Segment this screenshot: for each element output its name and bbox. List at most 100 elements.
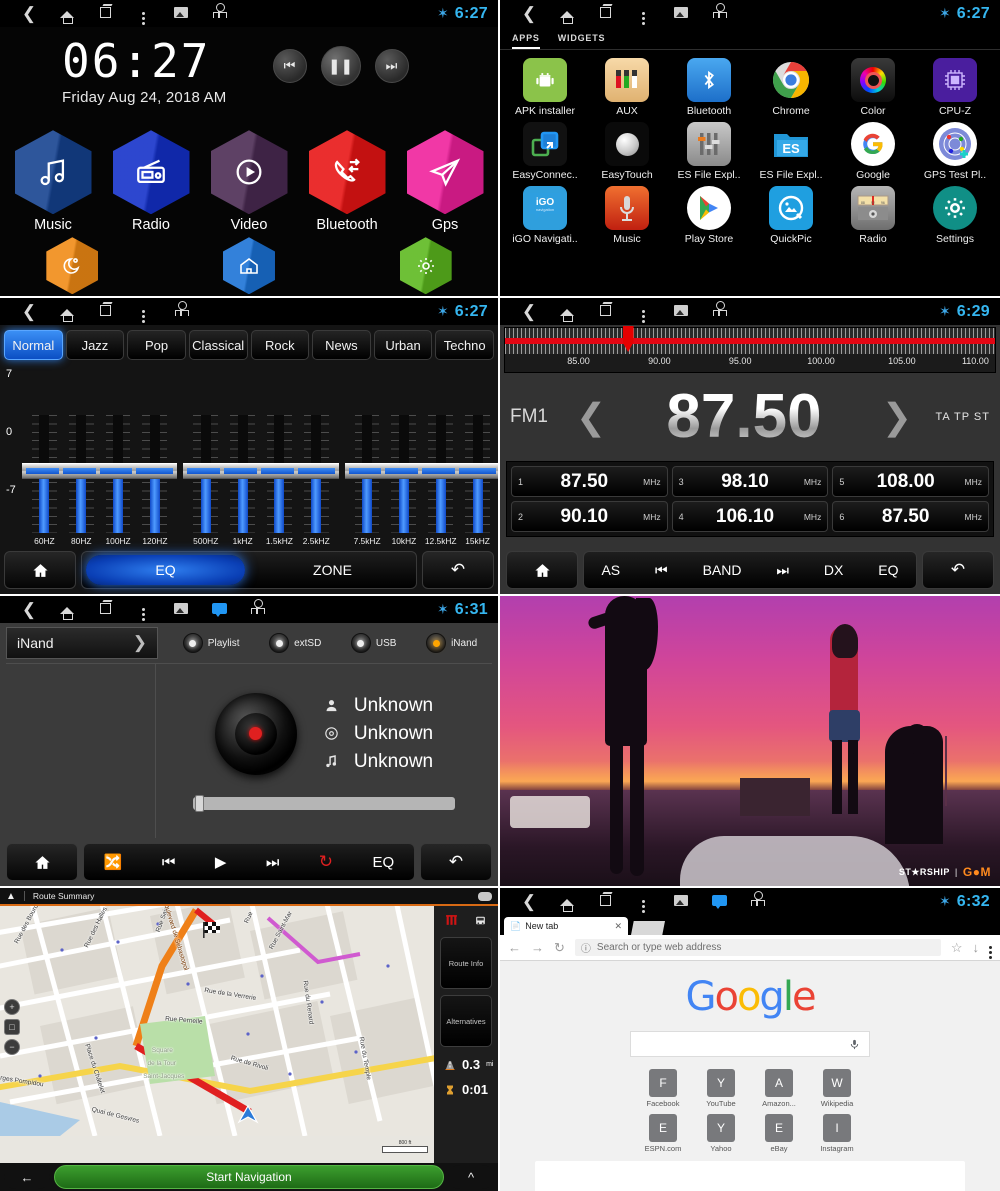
app-gps-test-plus[interactable]: GPS Test Pl.. bbox=[914, 122, 996, 181]
repeat-icon[interactable]: ↻ bbox=[319, 852, 333, 872]
prev-button[interactable]: ⏮ bbox=[272, 49, 307, 83]
recents-icon[interactable] bbox=[86, 304, 124, 319]
tab-widgets[interactable]: WIDGETS bbox=[558, 33, 606, 49]
home-tile-settings[interactable] bbox=[399, 237, 452, 295]
nav-forward-icon[interactable]: → bbox=[531, 940, 544, 955]
overflow-icon[interactable] bbox=[624, 891, 662, 913]
usb-icon[interactable] bbox=[162, 301, 200, 319]
zone-segment[interactable]: ZONE bbox=[253, 555, 412, 585]
eq-band[interactable]: 60HZ bbox=[22, 415, 67, 546]
home-icon[interactable] bbox=[48, 304, 86, 322]
eq-preset-pop[interactable]: Pop bbox=[127, 330, 186, 360]
eq-band[interactable]: 10kHZ bbox=[381, 415, 427, 546]
eq-preset-rock[interactable]: Rock bbox=[250, 330, 310, 360]
playlist-pane[interactable] bbox=[6, 664, 156, 838]
play-icon[interactable]: ▶ bbox=[215, 853, 227, 871]
shortcut-yahoo[interactable]: Y Yahoo bbox=[692, 1114, 750, 1153]
eq-band[interactable]: 2.5kHZ bbox=[293, 415, 339, 546]
overflow-icon[interactable] bbox=[124, 3, 162, 25]
overflow-icon[interactable] bbox=[124, 599, 162, 621]
usb-icon[interactable] bbox=[200, 3, 238, 21]
dx-button[interactable]: DX bbox=[824, 562, 843, 578]
app-easytouch[interactable]: EasyTouch bbox=[586, 122, 668, 181]
home-tile-bluetooth[interactable]: Bluetooth bbox=[308, 130, 386, 233]
back-icon[interactable]: ❮ bbox=[10, 601, 48, 618]
home-icon[interactable] bbox=[48, 602, 86, 620]
eq-band[interactable]: 500HZ bbox=[183, 415, 229, 546]
recenter-icon[interactable]: □ bbox=[4, 1018, 20, 1035]
seek-bar[interactable] bbox=[193, 794, 455, 812]
pause-button[interactable]: ❚❚ bbox=[320, 46, 361, 86]
app-es-file-explorer[interactable]: ES ES File Expl.. bbox=[750, 122, 832, 181]
app-color[interactable]: Color bbox=[832, 58, 914, 117]
source-option-inand[interactable]: iNand bbox=[426, 633, 477, 653]
eq-preset-classical[interactable]: Classical bbox=[188, 330, 248, 360]
shortcut-ebay[interactable]: E eBay bbox=[750, 1114, 808, 1153]
back-button[interactable]: ↶ bbox=[422, 551, 494, 589]
source-selector[interactable]: iNand ❯ bbox=[6, 627, 158, 659]
google-search-box[interactable] bbox=[630, 1031, 870, 1057]
preset-button[interactable]: 2 90.10 MHz bbox=[511, 501, 668, 532]
new-tab-button[interactable] bbox=[631, 921, 665, 935]
back-icon[interactable]: ❮ bbox=[510, 5, 548, 22]
gallery-icon[interactable] bbox=[162, 602, 200, 617]
home-tile-home[interactable] bbox=[222, 237, 275, 295]
video-frame[interactable]: ST★RSHIP | G●M bbox=[500, 596, 1000, 886]
app-music[interactable]: Music bbox=[586, 186, 668, 245]
app-radio[interactable]: 88 92 96 Radio bbox=[832, 186, 914, 245]
bookmark-star-icon[interactable]: ☆ bbox=[951, 940, 963, 956]
source-option-extsd[interactable]: extSD bbox=[269, 633, 321, 653]
usb-icon[interactable] bbox=[700, 301, 738, 319]
usb-icon[interactable] bbox=[738, 891, 776, 909]
eq-band[interactable]: 1.5kHZ bbox=[256, 415, 302, 546]
preset-button[interactable]: 4 106.10 MHz bbox=[671, 501, 829, 532]
preset-button[interactable]: 5 108.00 MHz bbox=[832, 466, 989, 497]
zoom-out-icon[interactable]: − bbox=[4, 1038, 20, 1055]
app-aux[interactable]: AUX bbox=[586, 58, 668, 117]
next-icon[interactable]: ⏭ bbox=[266, 854, 280, 871]
message-icon[interactable] bbox=[700, 894, 738, 909]
start-navigation-button[interactable]: Start Navigation bbox=[54, 1165, 444, 1189]
eq-band[interactable]: 15kHZ bbox=[455, 415, 498, 546]
prev-icon[interactable]: ⏮ bbox=[162, 854, 176, 871]
eq-band[interactable]: 100HZ bbox=[95, 415, 141, 546]
usb-icon[interactable] bbox=[238, 599, 276, 617]
nav-back-button[interactable]: ← bbox=[4, 1165, 50, 1189]
back-icon[interactable]: ❮ bbox=[10, 5, 48, 22]
eq-band[interactable]: 120HZ bbox=[132, 415, 178, 546]
home-button[interactable] bbox=[506, 551, 578, 589]
app-apk-installer[interactable]: APK installer bbox=[504, 58, 586, 117]
eq-band[interactable]: 7.5kHZ bbox=[344, 415, 390, 546]
source-option-usb[interactable]: USB bbox=[350, 633, 396, 653]
message-icon[interactable] bbox=[200, 602, 238, 617]
nav-expand-button[interactable]: ^ bbox=[448, 1165, 494, 1189]
traffic-icon[interactable] bbox=[445, 914, 458, 927]
app-cpu-z[interactable]: CPU-Z bbox=[914, 58, 996, 117]
overflow-icon[interactable] bbox=[624, 3, 662, 25]
app-quickpic[interactable]: QuickPic bbox=[750, 186, 832, 245]
band-button[interactable]: BAND bbox=[703, 562, 742, 578]
app-chrome[interactable]: Chrome bbox=[750, 58, 832, 117]
gallery-icon[interactable] bbox=[662, 6, 700, 21]
app-easyconnect[interactable]: EasyConnec.. bbox=[504, 122, 586, 181]
route-info-button[interactable]: Route Info bbox=[440, 937, 492, 989]
shortcut-instagram[interactable]: I Instagram bbox=[808, 1114, 866, 1153]
close-icon[interactable]: ✕ bbox=[614, 921, 622, 932]
recents-icon[interactable] bbox=[586, 304, 624, 319]
eq-preset-techno[interactable]: Techno bbox=[435, 330, 494, 360]
app-settings[interactable]: Settings bbox=[914, 186, 996, 245]
eq-preset-jazz[interactable]: Jazz bbox=[65, 330, 125, 360]
vehicle-icon[interactable] bbox=[474, 914, 487, 927]
home-icon[interactable] bbox=[548, 6, 586, 24]
app-google[interactable]: Google bbox=[832, 122, 914, 181]
prev-icon[interactable]: ⏮ bbox=[655, 562, 668, 579]
home-tile-radio[interactable]: Radio bbox=[112, 130, 190, 233]
recents-icon[interactable] bbox=[86, 6, 124, 21]
app-igo-navigation[interactable]: iGO navigation iGO Navigati.. bbox=[504, 186, 586, 245]
seek-handle[interactable] bbox=[195, 794, 204, 812]
home-tile-music[interactable]: Music bbox=[14, 130, 92, 233]
browser-tab[interactable]: 📄 New tab ✕ bbox=[504, 917, 628, 935]
eq-band[interactable]: 80HZ bbox=[58, 415, 104, 546]
auto-scan-button[interactable]: AS bbox=[601, 562, 620, 578]
browser-menu-icon[interactable] bbox=[989, 937, 992, 959]
